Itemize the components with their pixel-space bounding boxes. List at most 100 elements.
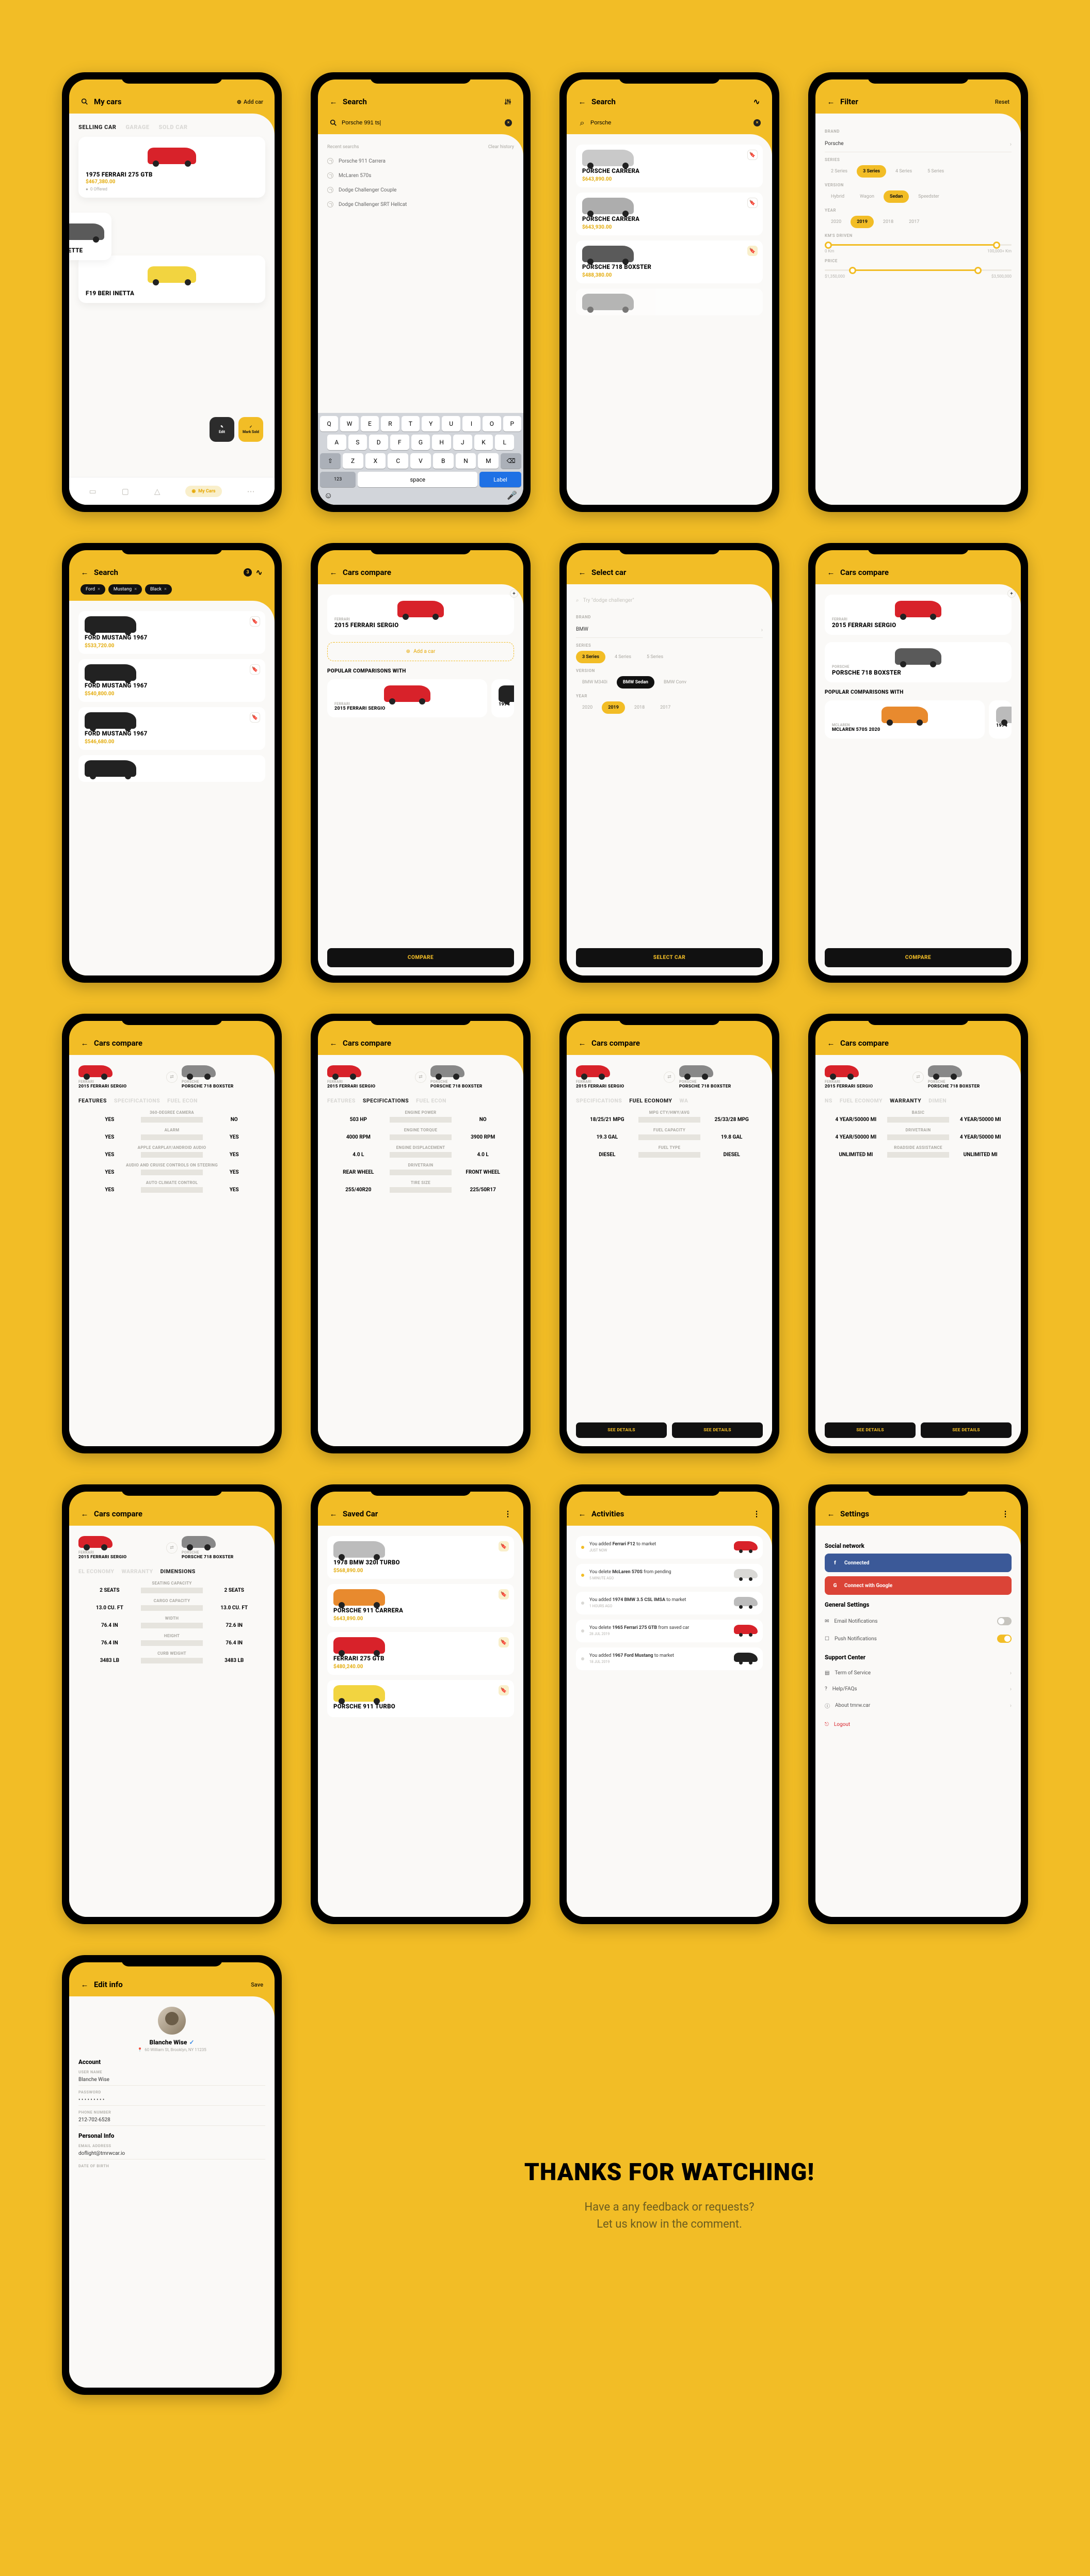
add-car-slot[interactable]: ⊕ Add a car: [327, 642, 514, 661]
clear-icon[interactable]: ×: [505, 119, 512, 126]
recent-item[interactable]: McLaren 570s: [327, 168, 514, 183]
chips[interactable]: Ford× Mustang× Black×: [81, 584, 263, 595]
saved-card[interactable]: PORSCHE 911 CARRERA$643,890.00 🔖: [327, 1584, 514, 1627]
google-button[interactable]: GConnect with Google: [825, 1576, 1012, 1595]
series-pills[interactable]: 2 Series3 Series4 Series5 Series: [825, 165, 1012, 178]
toggle[interactable]: [997, 1635, 1012, 1643]
add-car-button[interactable]: ⊕ Add car: [237, 99, 263, 105]
compare-car-card[interactable]: FERRARI2015 FERRARI SERGIO: [327, 595, 514, 635]
version-pills[interactable]: HybridWagonSedanSpeedster: [825, 190, 1012, 203]
adjust-icon[interactable]: ∿: [752, 98, 761, 106]
tos-row[interactable]: ▤Term of Service›: [825, 1665, 1012, 1681]
bookmark-icon[interactable]: 🔖: [499, 1589, 509, 1599]
recent-item[interactable]: Dodge Challenger Couple: [327, 183, 514, 197]
back-icon[interactable]: ←: [827, 1510, 835, 1518]
nav-my-cars[interactable]: ◉ My Cars: [185, 486, 221, 497]
compare-car-card[interactable]: FERRARI2015 FERRARI SERGIO: [825, 595, 1012, 635]
bookmark-icon[interactable]: 🔖: [250, 664, 260, 675]
activity-item[interactable]: You delete 1965 Ferrari 275 GTB from sav…: [576, 1620, 763, 1642]
bookmark-icon[interactable]: 🔖: [499, 1541, 509, 1551]
mark-sold-fab[interactable]: ✓Mark Sold: [238, 417, 263, 442]
result-card[interactable]: [78, 755, 265, 782]
reset-button[interactable]: Reset: [995, 99, 1009, 105]
popular-card[interactable]: MCLARENMCLAREN 570S 2020+: [825, 700, 985, 739]
edit-fab[interactable]: ✎Edit: [210, 417, 234, 442]
back-icon[interactable]: ←: [329, 568, 338, 577]
result-card[interactable]: FORD MUSTANG 1967$540,800.00🔖: [78, 659, 265, 702]
recent-item[interactable]: Dodge Challenger SRT Hellcat: [327, 197, 514, 212]
spec-tabs[interactable]: FEATURESSPECIFICATIONSFUEL ECON: [78, 1097, 265, 1104]
swap-icon[interactable]: ⇄: [912, 1071, 924, 1083]
more-icon[interactable]: ⋮: [1001, 1510, 1009, 1518]
tabs[interactable]: SELLING CARGARAGESOLD CAR: [78, 124, 265, 131]
activity-item[interactable]: You delete McLaren 570S from pending5 MI…: [576, 1564, 763, 1587]
mic-icon[interactable]: 🎤: [507, 490, 517, 501]
nav-book-icon[interactable]: ▢: [122, 487, 129, 496]
selling-car-card[interactable]: 1975 FERRARI 275 GTB $467,380.00 ● 0 Off…: [78, 137, 265, 198]
compare-button[interactable]: COMPARE: [825, 948, 1012, 967]
keyboard[interactable]: QWERTYUIOP ASDFGHJKL ⇧ZXCVBNM⌫ 123spaceL…: [318, 413, 523, 505]
spec-tabs[interactable]: NSFUEL ECONOMYWARRANTYDIMEN: [825, 1097, 1012, 1104]
email-field[interactable]: doflight@tmrwcar.io: [78, 2148, 265, 2159]
select-car-button[interactable]: SELECT CAR: [576, 948, 763, 967]
spec-tabs[interactable]: FEATURESSPECIFICATIONSFUEL ECON: [327, 1097, 514, 1104]
popular-card-peek[interactable]: 1974: [989, 700, 1012, 739]
clear-history[interactable]: Clear history: [488, 145, 514, 150]
toggle[interactable]: [997, 1617, 1012, 1625]
back-icon[interactable]: ←: [329, 98, 338, 106]
save-button[interactable]: Save: [251, 1981, 263, 1988]
push-notif-row[interactable]: ☐Push Notifications: [825, 1630, 1012, 1647]
result-card[interactable]: PORSCHE CARRERA$643,890.00🔖: [576, 145, 763, 187]
result-card[interactable]: PORSCHE 718 BOXSTER$488,380.00🔖: [576, 241, 763, 283]
bookmark-icon[interactable]: 🔖: [499, 1685, 509, 1695]
filter-badge[interactable]: 3∿: [244, 568, 263, 577]
swap-icon[interactable]: ⇄: [664, 1071, 675, 1083]
brand-select[interactable]: Porsche›: [825, 137, 1012, 152]
spec-tabs[interactable]: SPECIFICATIONSFUEL ECONOMYWA: [576, 1097, 763, 1104]
see-details-a[interactable]: SEE DETAILS: [576, 1422, 667, 1438]
compare-col-a[interactable]: FERRARI2015 FERRARI SERGIO: [78, 1065, 162, 1089]
result-card[interactable]: FORD MUSTANG 1967$546,680.00🔖: [78, 707, 265, 750]
brand-select[interactable]: BMW›: [576, 622, 763, 638]
bookmark-icon[interactable]: 🔖: [747, 198, 758, 208]
search-icon[interactable]: [81, 98, 89, 106]
nav-more-icon[interactable]: ⋯: [247, 487, 254, 496]
spec-tabs[interactable]: EL ECONOMYWARRANTYDIMENSIONS: [78, 1568, 265, 1575]
search-input[interactable]: [342, 116, 501, 130]
result-card[interactable]: [576, 289, 763, 315]
activity-item[interactable]: You added Ferrari F12 to marketJUST NOW: [576, 1536, 763, 1559]
price-slider[interactable]: [825, 269, 1012, 271]
swap-icon[interactable]: ⇄: [166, 1542, 178, 1554]
year-pills[interactable]: 2020201920182017: [825, 216, 1012, 228]
about-row[interactable]: ⓘAbout tmrw.car›: [825, 1697, 1012, 1714]
back-icon[interactable]: ←: [81, 1039, 89, 1047]
plus-icon[interactable]: +: [1007, 589, 1016, 598]
swap-icon[interactable]: ⇄: [415, 1071, 426, 1083]
saved-card[interactable]: 1978 BMW 320I TURBO$568,890.00 🔖: [327, 1536, 514, 1579]
plus-icon[interactable]: +: [510, 589, 518, 598]
saved-card[interactable]: FERRARI 275 GTB$480,240.00 🔖: [327, 1632, 514, 1675]
more-icon[interactable]: ⋮: [504, 1510, 512, 1518]
clear-icon[interactable]: ×: [754, 119, 761, 126]
compare-col-b[interactable]: PORSCHEPORSCHE 718 BOXSTER: [182, 1065, 265, 1089]
adjust-icon[interactable]: [504, 98, 512, 106]
username-field[interactable]: Blanche Wise: [78, 2074, 265, 2086]
popular-card-peek[interactable]: 1974: [491, 679, 514, 717]
back-icon[interactable]: ←: [81, 568, 89, 577]
back-icon[interactable]: ←: [81, 1980, 89, 1989]
email-notif-row[interactable]: ✉Email Notifications: [825, 1612, 1012, 1630]
back-icon[interactable]: ←: [329, 1039, 338, 1047]
bookmark-icon[interactable]: 🔖: [250, 712, 260, 723]
back-icon[interactable]: ←: [329, 1510, 338, 1518]
bookmark-icon[interactable]: 🔖: [499, 1637, 509, 1647]
more-icon[interactable]: ⋮: [752, 1510, 761, 1518]
back-icon[interactable]: ←: [578, 1510, 586, 1518]
nav-home-icon[interactable]: ▭: [89, 487, 96, 496]
search-input[interactable]: [590, 116, 749, 130]
facebook-button[interactable]: fConnected: [825, 1554, 1012, 1572]
bookmark-icon[interactable]: 🔖: [747, 150, 758, 160]
nav-bell-icon[interactable]: △: [154, 487, 161, 496]
back-icon[interactable]: ←: [578, 98, 586, 106]
avatar[interactable]: [158, 2007, 186, 2035]
recent-item[interactable]: Porsche 911 Carrera: [327, 154, 514, 168]
